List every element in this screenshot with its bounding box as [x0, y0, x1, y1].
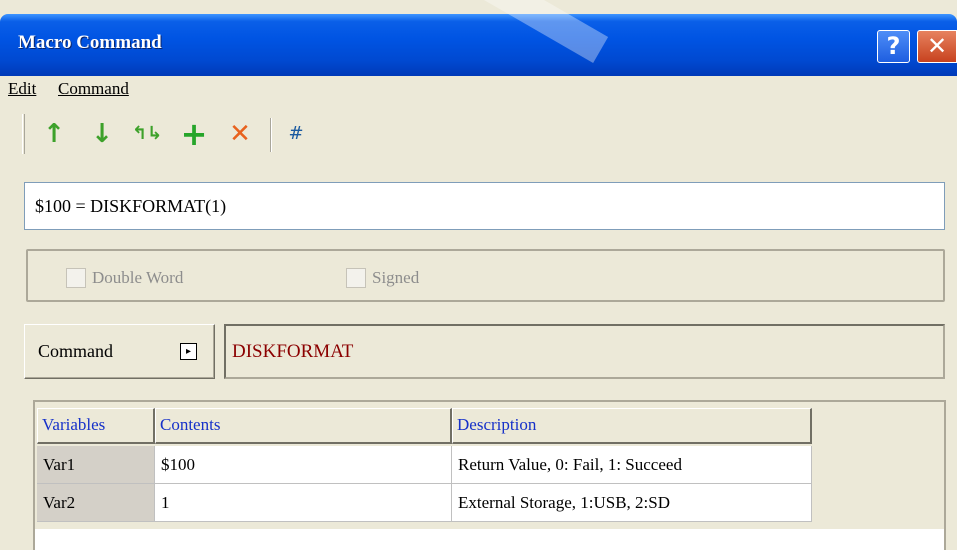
- signed-checkbox[interactable]: Signed: [346, 268, 419, 288]
- add-icon[interactable]: +: [180, 118, 208, 150]
- table-row-var1-description: Return Value, 0: Fail, 1: Succeed: [452, 446, 812, 484]
- command-button[interactable]: Command ▸: [24, 324, 215, 379]
- window-title: Macro Command: [18, 32, 162, 53]
- expression-field[interactable]: $100 = DISKFORMAT(1): [24, 182, 945, 230]
- grid-empty-area: [35, 529, 944, 550]
- checkbox-box[interactable]: [346, 268, 366, 288]
- toolbar-grip[interactable]: [22, 114, 25, 154]
- command-name-display: DISKFORMAT: [224, 324, 945, 379]
- double-word-checkbox[interactable]: Double Word: [66, 268, 183, 288]
- toolbar-separator: [270, 118, 272, 152]
- table-row-var2-contents[interactable]: 1: [155, 484, 452, 522]
- move-down-icon[interactable]: ↓: [88, 120, 116, 148]
- double-word-label: Double Word: [92, 268, 184, 287]
- table-row-var1-variable: Var1: [37, 446, 155, 484]
- close-icon[interactable]: ✕: [917, 30, 957, 63]
- options-group: Double Word Signed: [26, 249, 945, 302]
- move-up-icon[interactable]: ↑: [40, 120, 68, 148]
- swap-icon[interactable]: ↰↳: [132, 120, 162, 148]
- title-bar[interactable]: Macro Command ? ✕: [0, 14, 957, 76]
- help-icon[interactable]: ?: [877, 30, 910, 63]
- macro-command-window: Macro Command ? ✕ Edit Command ↑ ↓ ↰↳ + …: [0, 0, 957, 550]
- hash-icon[interactable]: #: [282, 120, 310, 148]
- header-description[interactable]: Description: [452, 408, 812, 444]
- table-row-var2-variable: Var2: [37, 484, 155, 522]
- delete-icon[interactable]: ✕: [226, 120, 254, 148]
- header-variables[interactable]: Variables: [37, 408, 155, 444]
- menu-edit[interactable]: Edit: [8, 79, 36, 99]
- menu-bar: Edit Command: [0, 76, 957, 102]
- command-button-label: Command: [38, 341, 113, 361]
- menu-command-label: Command: [58, 79, 129, 98]
- table-row-var2-description: External Storage, 1:USB, 2:SD: [452, 484, 812, 522]
- signed-label: Signed: [372, 268, 420, 287]
- table-row-var1-contents[interactable]: $100: [155, 446, 452, 484]
- menu-command[interactable]: Command: [58, 79, 129, 99]
- checkbox-box[interactable]: [66, 268, 86, 288]
- variables-grid: Variables Contents Description Var1 $100…: [33, 400, 946, 550]
- header-contents[interactable]: Contents: [155, 408, 452, 444]
- menu-edit-label: Edit: [8, 79, 37, 98]
- arrow-right-icon[interactable]: ▸: [180, 343, 197, 360]
- toolbar: ↑ ↓ ↰↳ + ✕ #: [0, 108, 957, 160]
